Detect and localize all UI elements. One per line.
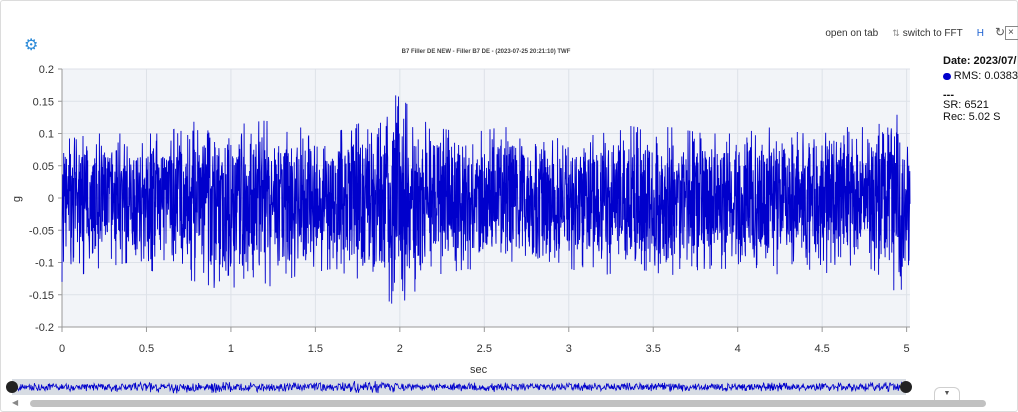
x-tick-label: 3 <box>566 343 572 355</box>
y-tick-label: 0.2 <box>39 64 54 76</box>
navigator-handle-left[interactable] <box>6 381 18 393</box>
y-tick-label: -0.2 <box>35 322 54 334</box>
y-tick-label: 0.1 <box>39 129 54 141</box>
x-tick-label: 0.5 <box>139 343 154 355</box>
x-tick-label: 5 <box>904 343 910 355</box>
legend-swatch <box>943 72 951 80</box>
legend-record-length: Rec: 5.02 S <box>943 111 1001 123</box>
y-axis-label: g <box>11 195 24 203</box>
legend-series-item[interactable]: RMS: 0.0383 <box>943 70 1018 82</box>
x-tick-label: 4.5 <box>815 343 830 355</box>
x-tick-label: 2 <box>397 343 403 355</box>
horizontal-scrollbar[interactable]: ◀ <box>12 398 986 409</box>
x-tick-label: 2.5 <box>477 343 492 355</box>
x-tick-label: 0 <box>59 343 65 355</box>
x-tick-label: 3.5 <box>646 343 661 355</box>
legend-date: Date: 2023/07/ <box>943 55 1017 67</box>
x-tick-label: 4 <box>735 343 741 355</box>
scrollbar-thumb[interactable] <box>30 400 986 407</box>
y-tick-label: 0 <box>48 193 54 205</box>
x-axis-label: sec <box>470 364 488 376</box>
legend-rms: RMS: 0.0383 <box>953 70 1018 82</box>
waveform-chart[interactable]: 0.2 0.15 0.1 0.05 0 -0.05 -0.1 -0.15 -0.2 0 0.5 1 1.… <box>0 0 1018 412</box>
y-tick-label: 0.05 <box>33 161 54 173</box>
y-tick-label: -0.1 <box>35 258 54 270</box>
navigator-handle-right[interactable] <box>900 381 912 393</box>
legend-separator: --- <box>943 89 954 101</box>
legend-sample-rate: SR: 6521 <box>943 99 989 111</box>
x-tick-label: 1.5 <box>308 343 323 355</box>
scroll-left-icon[interactable]: ◀ <box>12 398 18 407</box>
y-tick-label: -0.05 <box>29 225 54 237</box>
x-tick-label: 1 <box>228 343 234 355</box>
y-tick-label: 0.15 <box>33 96 54 108</box>
y-tick-label: -0.15 <box>29 290 54 302</box>
chart-legend: Date: 2023/07/ RMS: 0.0383 --- SR: 6521 … <box>943 55 1018 123</box>
